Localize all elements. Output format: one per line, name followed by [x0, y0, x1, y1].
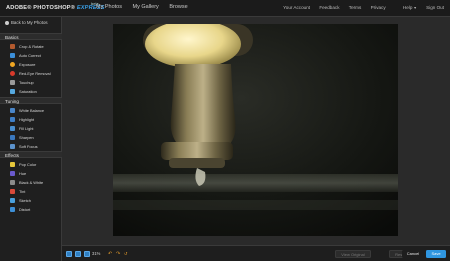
faucet-photo — [113, 24, 398, 236]
tool-red-eye-removal[interactable]: Red-Eye Removal — [10, 70, 60, 76]
tool-distort[interactable]: Distort — [10, 206, 60, 212]
editor-canvas — [62, 17, 450, 245]
back-to-photos-link[interactable]: Back to My Photos — [5, 20, 48, 25]
soft-focus-icon — [10, 143, 15, 149]
tool-label: Auto Correct — [19, 52, 41, 58]
tool-saturation[interactable]: Saturation — [10, 88, 60, 94]
tool-label: Crop & Rotate — [19, 43, 44, 49]
brand-name: ADOBE® PHOTOSHOP® — [6, 5, 76, 11]
tool-pop-color[interactable]: Pop Color — [10, 161, 60, 167]
tool-white-balance[interactable]: White Balance — [10, 107, 60, 113]
tint-icon — [10, 188, 15, 194]
account-links: Your Account Feedback Terms Privacy Help… — [275, 5, 444, 10]
saturation-icon — [10, 88, 15, 94]
section-title: Effects — [5, 152, 19, 158]
white-balance-icon — [10, 107, 15, 113]
tool-highlight[interactable]: Highlight — [10, 116, 60, 122]
nav-my-gallery[interactable]: My Gallery — [133, 4, 159, 10]
link-help[interactable]: Help▼ — [395, 5, 417, 10]
exposure-icon — [10, 61, 15, 67]
tool-label: Red-Eye Removal — [19, 70, 51, 76]
tool-touchup[interactable]: Touchup — [10, 79, 60, 85]
section-basics[interactable]: Basics — [0, 33, 62, 40]
link-feedback[interactable]: Feedback — [319, 5, 339, 10]
tool-auto-correct[interactable]: Auto Correct — [10, 52, 60, 58]
section-effects[interactable]: Effects — [0, 151, 62, 158]
tools-sidebar: Back to My Photos Basics Crop & Rotate A… — [0, 17, 62, 261]
sketch-icon — [10, 197, 15, 203]
section-tuning[interactable]: Tuning — [0, 97, 62, 104]
fill-light-icon — [10, 125, 15, 131]
pop-color-icon — [10, 161, 15, 167]
tool-label: Saturation — [19, 88, 37, 94]
back-arrow-icon — [5, 20, 9, 25]
chevron-down-icon: ▼ — [413, 6, 417, 10]
link-help-label: Help — [402, 5, 413, 10]
fit-screen-button[interactable] — [75, 251, 81, 257]
undo-icon[interactable]: ↶ — [108, 251, 112, 257]
crop-icon — [10, 43, 15, 49]
tool-hue[interactable]: Hue — [10, 170, 60, 176]
touchup-icon — [10, 79, 15, 85]
redo-icon[interactable]: ↷ — [116, 251, 120, 257]
red-eye-icon — [10, 70, 15, 76]
tool-label: Highlight — [19, 116, 35, 122]
tool-soft-focus[interactable]: Soft Focus — [10, 143, 60, 149]
history-icon[interactable]: ↺ — [124, 251, 127, 256]
back-label: Back to My Photos — [11, 20, 48, 25]
cancel-button[interactable]: Cancel — [402, 250, 424, 258]
auto-correct-icon — [10, 52, 15, 58]
tool-label: Fill Light — [19, 125, 34, 131]
tool-tint[interactable]: Tint — [10, 188, 60, 194]
tool-fill-light[interactable]: Fill Light — [10, 125, 60, 131]
photo-preview[interactable] — [113, 24, 398, 236]
tool-sketch[interactable]: Sketch — [10, 197, 60, 203]
section-title: Basics — [5, 34, 19, 40]
tool-crop-rotate[interactable]: Crop & Rotate — [10, 43, 60, 49]
tool-label: Tint — [19, 188, 26, 194]
link-privacy[interactable]: Privacy — [371, 5, 386, 10]
tool-exposure[interactable]: Exposure — [10, 61, 60, 67]
view-original-button[interactable]: View Original — [335, 250, 371, 258]
link-sign-out[interactable]: Sign Out — [426, 5, 444, 10]
main-nav: My Photos My Gallery Browse — [96, 4, 197, 10]
top-bar: ADOBE® PHOTOSHOP® EXPRESS beta My Photos… — [0, 0, 450, 17]
link-your-account[interactable]: Your Account — [283, 5, 310, 10]
nav-browse[interactable]: Browse — [169, 4, 187, 10]
nav-my-photos[interactable]: My Photos — [96, 4, 122, 10]
tool-black-white[interactable]: Black & White — [10, 179, 60, 185]
tool-label: Hue — [19, 170, 27, 176]
sharpen-icon — [10, 134, 15, 140]
black-white-icon — [10, 179, 15, 185]
app-logo[interactable]: ADOBE® PHOTOSHOP® EXPRESS beta — [6, 2, 105, 11]
tool-label: Black & White — [19, 179, 44, 185]
link-terms[interactable]: Terms — [349, 5, 362, 10]
hue-icon — [10, 170, 15, 176]
tool-label: Touchup — [19, 79, 34, 85]
tool-label: Soft Focus — [19, 143, 38, 149]
save-button[interactable]: Save — [426, 250, 446, 258]
zoom-level: 31% — [92, 251, 101, 256]
tool-label: Pop Color — [19, 161, 37, 167]
zoom-out-button[interactable] — [66, 251, 72, 257]
tool-label: Sketch — [19, 197, 31, 203]
tool-label: Distort — [19, 206, 31, 212]
tool-label: White Balance — [19, 107, 45, 113]
tool-sharpen[interactable]: Sharpen — [10, 134, 60, 140]
tool-label: Sharpen — [19, 134, 34, 140]
bottom-toolbar: 31% ↶ ↷ ↺ View Original Reset All Cancel… — [62, 245, 450, 261]
section-title: Tuning — [5, 98, 19, 104]
tool-label: Exposure — [19, 61, 36, 67]
highlight-icon — [10, 116, 15, 122]
distort-icon — [10, 206, 15, 212]
zoom-in-button[interactable] — [84, 251, 90, 257]
